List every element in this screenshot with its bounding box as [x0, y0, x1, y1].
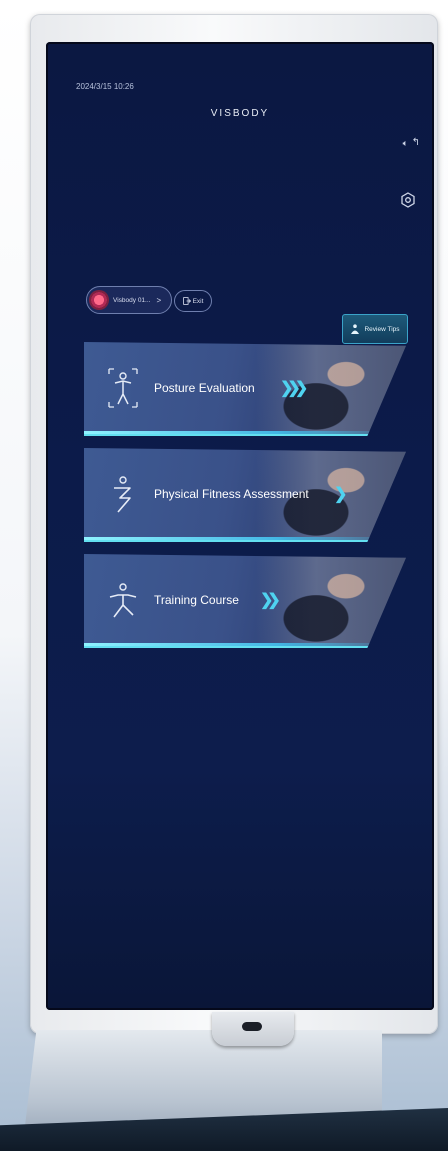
card-photo	[256, 554, 406, 646]
review-tips-button[interactable]: Review Tips	[342, 314, 408, 344]
card-glow	[84, 537, 406, 540]
card-label: Posture Evaluation	[154, 381, 255, 395]
exit-button[interactable]: Exit	[174, 290, 212, 312]
training-course-card[interactable]: Training Course ❯❯	[84, 554, 406, 648]
chevrons-icon: ❯❯❯	[280, 380, 308, 397]
person-icon	[351, 323, 360, 334]
card-label: Physical Fitness Assessment	[154, 487, 309, 501]
brand-logo-text: VISBODY	[210, 108, 270, 119]
posture-figure-icon	[108, 368, 138, 408]
card-glow	[84, 431, 406, 434]
posture-evaluation-card[interactable]: Posture Evaluation ❯❯❯	[84, 342, 406, 436]
camera-module	[212, 1012, 294, 1046]
physical-fitness-card[interactable]: Physical Fitness Assessment ❯	[84, 448, 406, 542]
training-figure-icon	[109, 583, 137, 618]
review-tips-label: Review Tips	[364, 325, 400, 333]
datetime-text: 2024/3/15 10:26	[76, 82, 134, 91]
avatar	[89, 290, 109, 310]
user-profile-button[interactable]: Visbody 01... >	[86, 286, 172, 314]
card-glow	[84, 643, 406, 646]
kiosk-screen: 2024/3/15 10:26 VISBODY 🔈︎ ↰ Visbody 01.…	[46, 42, 434, 1010]
card-photo	[256, 342, 406, 434]
volume-icon[interactable]: 🔈︎	[403, 138, 408, 149]
exit-label: Exit	[192, 297, 204, 305]
back-icon[interactable]: ↰	[412, 137, 420, 148]
chevrons-icon: ❯	[334, 486, 348, 503]
settings-icon[interactable]	[400, 192, 416, 208]
chevron-right-icon: >	[156, 295, 162, 305]
user-name: Visbody 01...	[113, 296, 151, 304]
chevrons-icon: ❯❯	[260, 592, 281, 609]
fitness-figure-icon	[114, 476, 131, 513]
exit-icon	[182, 297, 191, 305]
camera-lens-icon	[242, 1022, 262, 1031]
card-label: Training Course	[154, 593, 239, 607]
